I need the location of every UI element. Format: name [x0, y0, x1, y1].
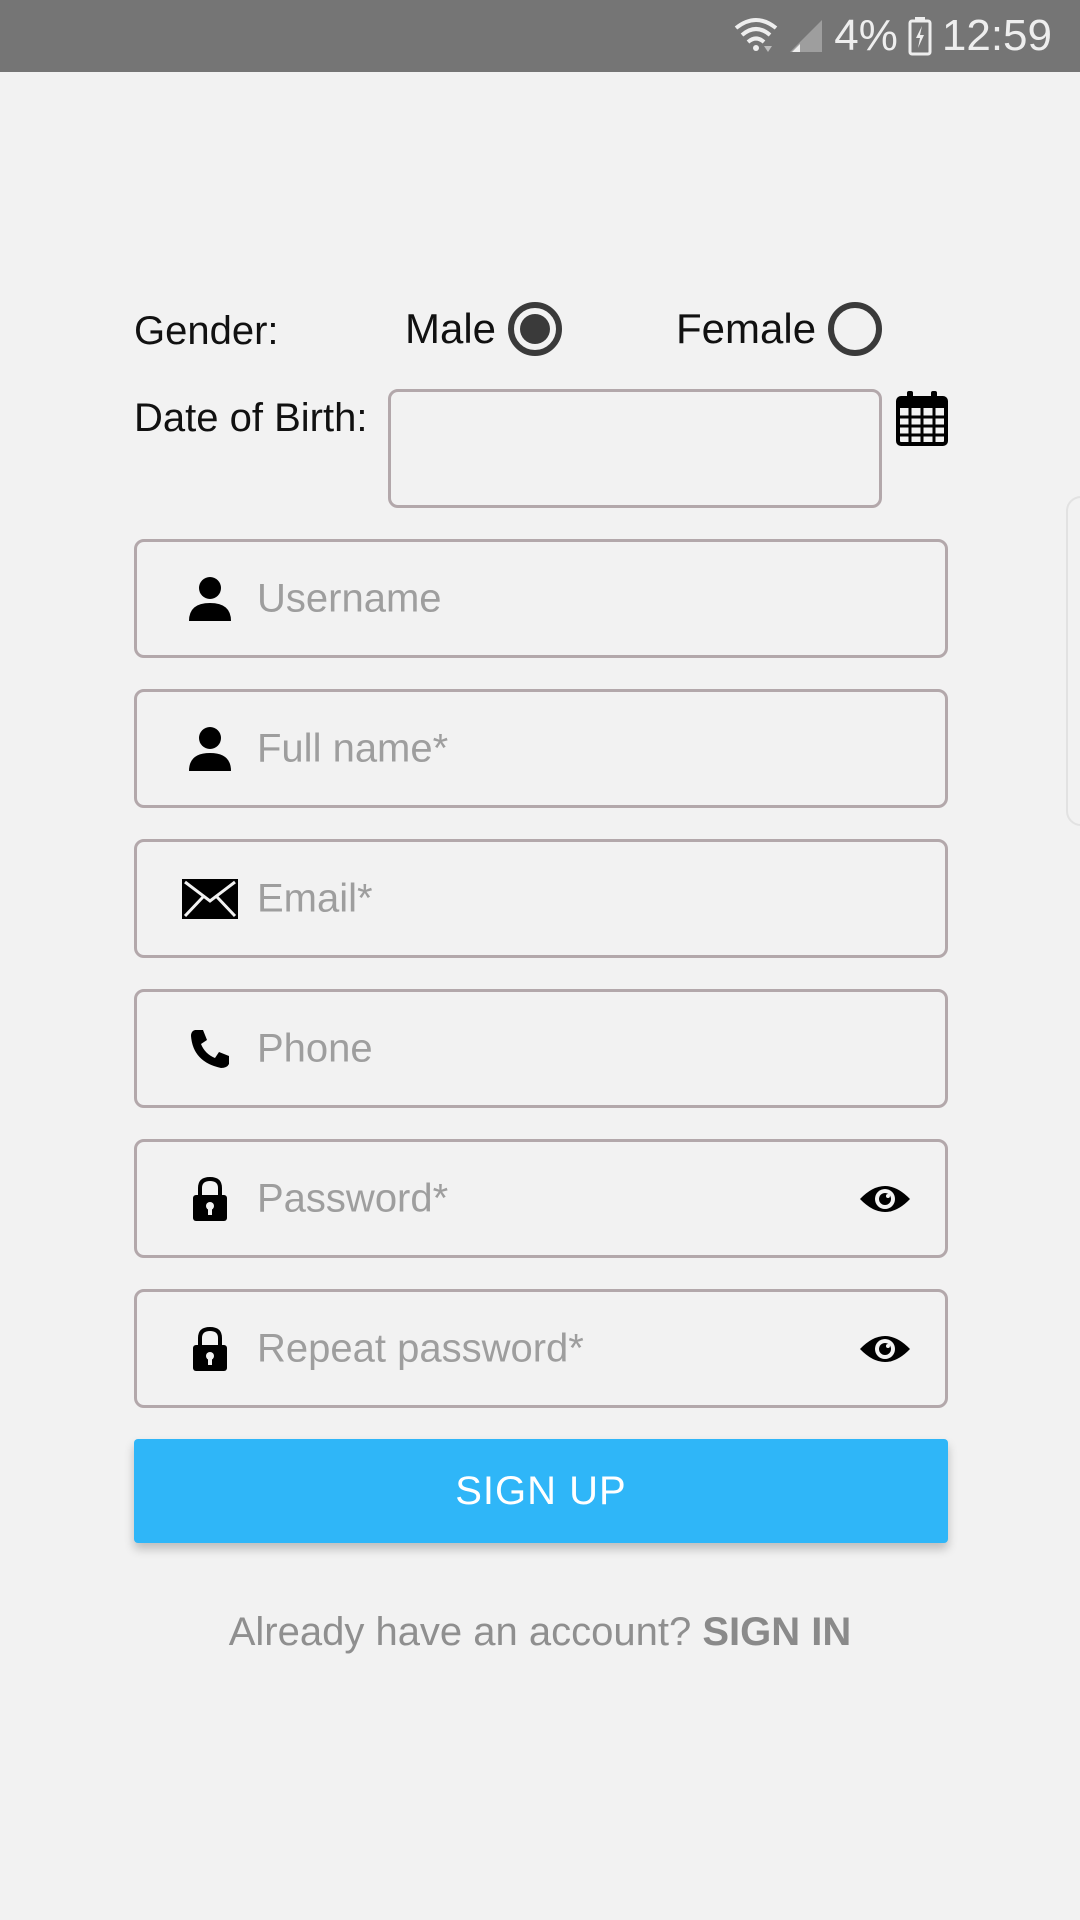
sign-in-link[interactable]: SIGN IN: [702, 1610, 851, 1654]
full-name-placeholder: Full name*: [257, 726, 449, 770]
radio-label-female: Female: [676, 305, 817, 352]
battery-percent: 4%: [834, 11, 898, 60]
lock-icon: [181, 1324, 239, 1374]
sign-in-prompt: Already have an account?: [228, 1610, 692, 1654]
sign-in-row: Already have an account? SIGN IN: [0, 1610, 1080, 1655]
radio-female[interactable]: [828, 302, 883, 356]
radio-label-male: Male: [405, 305, 497, 352]
sign-up-button[interactable]: SIGN UP: [134, 1439, 948, 1543]
mail-icon: [181, 874, 239, 924]
dob-input[interactable]: [388, 389, 882, 508]
radio-male[interactable]: [508, 302, 563, 356]
status-bar: 4% 12:59: [0, 0, 1080, 72]
calendar-icon[interactable]: [896, 390, 948, 446]
edge-panel-handle[interactable]: [1066, 496, 1080, 826]
phone-icon: [181, 1024, 239, 1074]
username-field[interactable]: Username: [134, 539, 948, 658]
dob-label: Date of Birth:: [134, 396, 368, 440]
email-field[interactable]: Email*: [134, 839, 948, 958]
password-placeholder: Password*: [257, 1176, 449, 1220]
eye-icon[interactable]: [859, 1179, 911, 1219]
gender-label: Gender:: [134, 309, 279, 353]
full-name-field[interactable]: Full name*: [134, 689, 948, 808]
phone-placeholder: Phone: [257, 1026, 373, 1070]
signal-icon: [788, 18, 824, 54]
radio-selected-dot: [520, 314, 551, 344]
repeat-password-field[interactable]: Repeat password*: [134, 1289, 948, 1408]
person-icon: [181, 724, 239, 774]
email-placeholder: Email*: [257, 876, 373, 920]
phone-field[interactable]: Phone: [134, 989, 948, 1108]
repeat-password-placeholder: Repeat password*: [257, 1326, 584, 1370]
eye-icon[interactable]: [859, 1329, 911, 1369]
username-placeholder: Username: [257, 576, 442, 620]
password-field[interactable]: Password*: [134, 1139, 948, 1258]
gender-option-female[interactable]: Female: [676, 302, 883, 356]
clock: 12:59: [941, 11, 1052, 60]
lock-icon: [181, 1174, 239, 1224]
wifi-icon: [734, 16, 778, 56]
gender-option-male[interactable]: Male: [405, 302, 563, 356]
battery-icon: [908, 16, 932, 56]
person-icon: [181, 574, 239, 624]
